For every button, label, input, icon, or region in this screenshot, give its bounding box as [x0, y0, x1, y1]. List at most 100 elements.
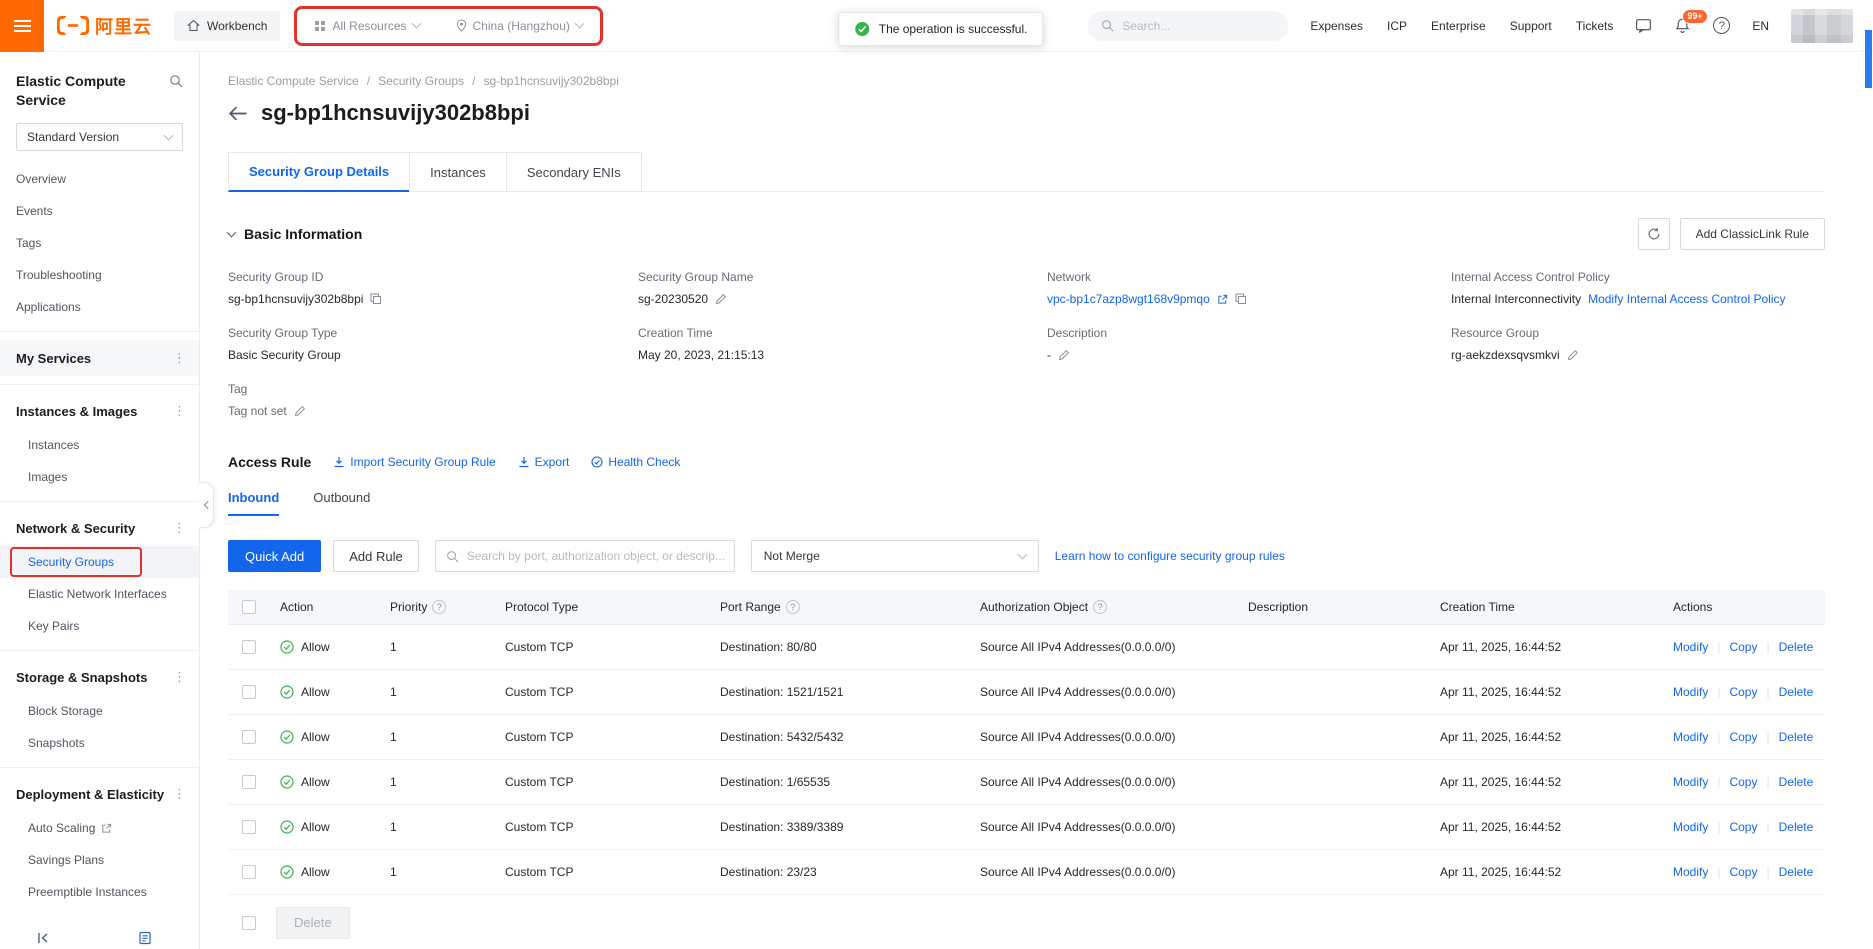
sidebar-item-key-pairs[interactable]: Key Pairs [0, 610, 199, 642]
row-checkbox[interactable] [242, 640, 256, 654]
back-button[interactable] [228, 106, 247, 121]
hamburger-menu-button[interactable] [0, 0, 44, 52]
info-icon[interactable]: ? [432, 600, 446, 614]
nav-expenses[interactable]: Expenses [1310, 19, 1363, 33]
tab-outbound[interactable]: Outbound [313, 490, 370, 516]
bulk-select-checkbox[interactable] [242, 916, 256, 930]
configure-rules-help-link[interactable]: Learn how to configure security group ru… [1055, 549, 1285, 563]
info-icon[interactable]: ? [1093, 600, 1107, 614]
tab-secondary-enis[interactable]: Secondary ENIs [506, 152, 642, 192]
help-button[interactable]: ? [1713, 17, 1730, 34]
sidebar-item-security-groups[interactable]: Security Groups [0, 546, 199, 578]
sidebar-section-my-services[interactable]: My Services ⋮ [0, 340, 199, 376]
section-menu-icon[interactable]: ⋮ [173, 786, 186, 802]
copy-icon[interactable] [1235, 293, 1247, 305]
section-menu-icon[interactable]: ⋮ [173, 520, 186, 536]
sidebar-item-preemptible-instances[interactable]: Preemptible Instances [0, 876, 199, 908]
sidebar-item-applications[interactable]: Applications [0, 291, 199, 323]
header-search-input[interactable] [1122, 19, 1262, 33]
nav-enterprise[interactable]: Enterprise [1431, 19, 1486, 33]
alibaba-cloud-logo[interactable]: 阿里云 [56, 13, 152, 39]
avatar[interactable] [1791, 9, 1853, 43]
copy-icon[interactable] [370, 293, 382, 305]
sidebar-item-auto-scaling[interactable]: Auto Scaling [0, 812, 199, 844]
vpc-link[interactable]: vpc-bp1c7azp8wgt168v9pmqo [1047, 292, 1210, 306]
version-select[interactable]: Standard Version [16, 123, 183, 151]
row-checkbox[interactable] [242, 865, 256, 879]
tab-security-group-details[interactable]: Security Group Details [228, 152, 410, 192]
rules-search-input[interactable] [467, 549, 724, 563]
merge-mode-select[interactable]: Not Merge [751, 540, 1039, 572]
modify-link[interactable]: Modify [1673, 730, 1708, 744]
header-search[interactable] [1088, 11, 1288, 41]
sidebar-section-instances-images[interactable]: Instances & Images ⋮ [0, 393, 199, 429]
copy-link[interactable]: Copy [1729, 640, 1757, 654]
sidebar-collapse-handle[interactable] [199, 482, 214, 528]
nav-icp[interactable]: ICP [1387, 19, 1407, 33]
copy-link[interactable]: Copy [1729, 685, 1757, 699]
delete-link[interactable]: Delete [1779, 775, 1814, 789]
nav-support[interactable]: Support [1510, 19, 1552, 33]
sidebar-item-instances[interactable]: Instances [0, 429, 199, 461]
edit-icon[interactable] [1058, 349, 1070, 361]
section-menu-icon[interactable]: ⋮ [173, 350, 186, 366]
delete-link[interactable]: Delete [1779, 640, 1814, 654]
copy-link[interactable]: Copy [1729, 820, 1757, 834]
region-dropdown[interactable]: China (Hangzhou) [456, 19, 583, 33]
delete-link[interactable]: Delete [1779, 820, 1814, 834]
add-classiclink-rule-button[interactable]: Add ClassicLink Rule [1680, 218, 1825, 250]
collapse-sidebar-icon[interactable] [36, 931, 50, 945]
delete-link[interactable]: Delete [1779, 685, 1814, 699]
modify-link[interactable]: Modify [1673, 640, 1708, 654]
bulk-delete-button[interactable]: Delete [276, 907, 350, 939]
workbench-button[interactable]: Workbench [174, 11, 280, 41]
export-link[interactable]: Export [518, 455, 570, 469]
sidebar-section-network-security[interactable]: Network & Security ⋮ [0, 510, 199, 546]
info-icon[interactable]: ? [786, 600, 800, 614]
quick-add-button[interactable]: Quick Add [228, 540, 321, 572]
modify-link[interactable]: Modify [1673, 820, 1708, 834]
modify-link[interactable]: Modify [1673, 685, 1708, 699]
row-checkbox[interactable] [242, 730, 256, 744]
breadcrumb-elastic-compute-service[interactable]: Elastic Compute Service [228, 74, 359, 88]
sidebar-item-block-storage[interactable]: Block Storage [0, 695, 199, 727]
edit-icon[interactable] [1567, 349, 1579, 361]
sidebar-item-snapshots[interactable]: Snapshots [0, 727, 199, 759]
nav-tickets[interactable]: Tickets [1576, 19, 1614, 33]
collapse-section-icon[interactable] [227, 227, 237, 237]
language-selector[interactable]: EN [1752, 19, 1769, 33]
page-scrollbar-thumb[interactable] [1865, 30, 1872, 88]
delete-link[interactable]: Delete [1779, 865, 1814, 879]
health-check-link[interactable]: Health Check [591, 455, 680, 469]
external-link-icon[interactable] [1217, 294, 1228, 305]
sidebar-item-savings-plans[interactable]: Savings Plans [0, 844, 199, 876]
row-checkbox[interactable] [242, 685, 256, 699]
sidebar-item-images[interactable]: Images [0, 461, 199, 493]
notifications-button[interactable]: 99+ [1674, 17, 1691, 34]
rules-search[interactable] [435, 540, 735, 572]
modify-link[interactable]: Modify [1673, 775, 1708, 789]
sidebar-search-icon[interactable] [169, 74, 183, 88]
modify-internal-access-policy-link[interactable]: Modify Internal Access Control Policy [1588, 292, 1785, 306]
edit-icon[interactable] [715, 293, 727, 305]
messages-button[interactable] [1635, 17, 1652, 34]
refresh-button[interactable] [1638, 218, 1670, 250]
sidebar-item-events[interactable]: Events [0, 195, 199, 227]
row-checkbox[interactable] [242, 820, 256, 834]
section-menu-icon[interactable]: ⋮ [173, 403, 186, 419]
tab-inbound[interactable]: Inbound [228, 490, 279, 516]
section-menu-icon[interactable]: ⋮ [173, 669, 186, 685]
import-security-group-rule-link[interactable]: Import Security Group Rule [333, 455, 495, 469]
sidebar-item-elastic-network-interfaces[interactable]: Elastic Network Interfaces [0, 578, 199, 610]
edit-icon[interactable] [294, 405, 306, 417]
sidebar-item-troubleshooting[interactable]: Troubleshooting [0, 259, 199, 291]
select-all-checkbox[interactable] [242, 600, 256, 614]
tab-instances[interactable]: Instances [409, 152, 507, 192]
sidebar-item-overview[interactable]: Overview [0, 163, 199, 195]
modify-link[interactable]: Modify [1673, 865, 1708, 879]
breadcrumb-security-groups[interactable]: Security Groups [378, 74, 464, 88]
row-checkbox[interactable] [242, 775, 256, 789]
sidebar-section-storage-snapshots[interactable]: Storage & Snapshots ⋮ [0, 659, 199, 695]
add-rule-button[interactable]: Add Rule [333, 540, 418, 572]
sidebar-item-tags[interactable]: Tags [0, 227, 199, 259]
